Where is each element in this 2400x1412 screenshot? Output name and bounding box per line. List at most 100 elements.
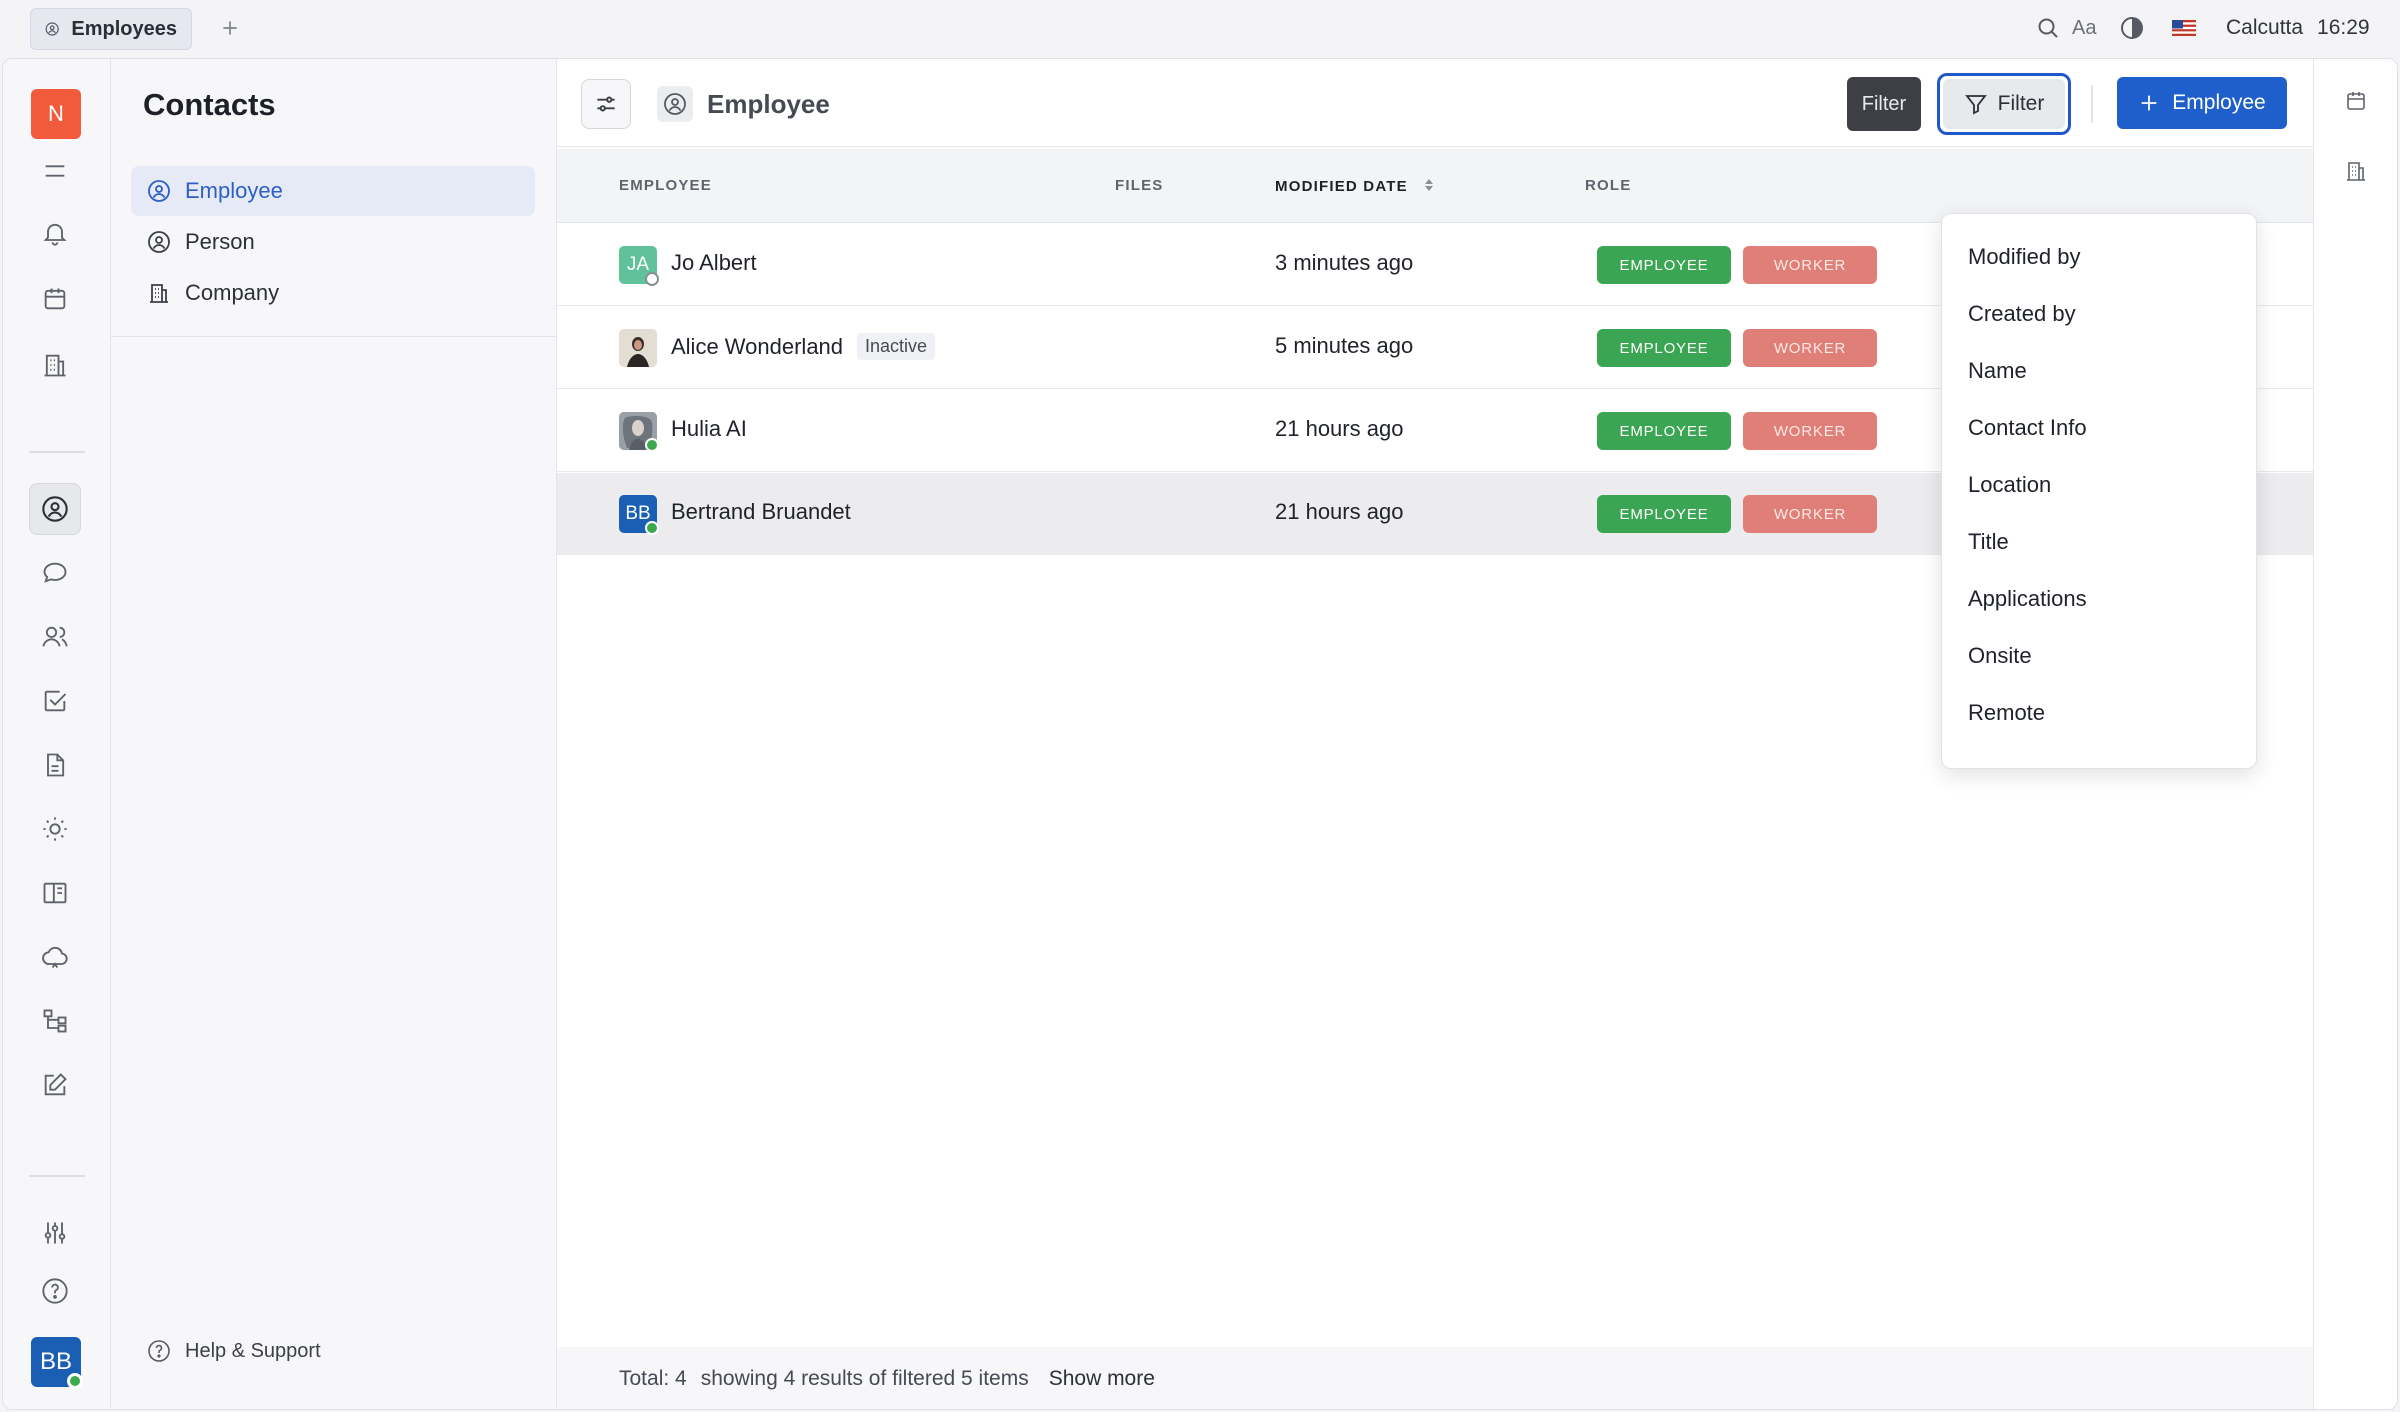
nav-item-label: Person — [185, 229, 255, 254]
menu-button[interactable] — [29, 145, 81, 197]
sun-icon — [43, 817, 67, 841]
view-options-button[interactable] — [581, 79, 631, 129]
filter-option-remote[interactable]: Remote — [1942, 684, 2256, 741]
role-badge-worker: WORKER — [1743, 246, 1877, 284]
office-button[interactable] — [29, 339, 81, 391]
location-clock[interactable]: Calcutta 16:29 — [2226, 14, 2370, 42]
drive-button[interactable] — [29, 931, 81, 983]
nav-item-company[interactable]: Company — [131, 268, 535, 318]
avatar-initials: JA — [626, 254, 650, 275]
modified-date: 21 hours ago — [1275, 416, 1404, 441]
navigator-panel: Contacts Employee Person Company Help & … — [111, 59, 557, 1409]
building-icon — [150, 284, 168, 303]
office-aside-button[interactable] — [2344, 159, 2372, 187]
question-circle-icon — [148, 1340, 170, 1362]
checkbox-icon — [44, 690, 67, 712]
right-rail — [2313, 59, 2397, 1409]
modified-date: 3 minutes ago — [1275, 250, 1414, 275]
font-size-button[interactable]: Aa — [2072, 14, 2096, 42]
navigator-divider — [111, 336, 557, 337]
table-header: EMPLOYEE FILES MODIFIED DATE ROLE — [557, 149, 2313, 223]
user-initials: BB — [39, 1348, 72, 1375]
funnel-icon — [1964, 95, 1987, 115]
filter-option-title[interactable]: Title — [1942, 513, 2256, 570]
person-circle-icon — [148, 231, 170, 253]
filter-option-location[interactable]: Location — [1942, 456, 2256, 513]
online-status-dot — [645, 438, 659, 452]
plus-icon — [2141, 95, 2157, 111]
help-label: Help & Support — [185, 1339, 321, 1362]
calendar-button[interactable] — [29, 273, 81, 325]
add-employee-label: Employee — [2172, 91, 2266, 114]
filter-option-created-by[interactable]: Created by — [1942, 285, 2256, 342]
recruiting-button[interactable] — [29, 611, 81, 663]
column-files[interactable]: FILES — [1115, 177, 1164, 194]
org-tree-icon — [43, 1009, 67, 1033]
add-employee-button[interactable]: Employee — [2117, 77, 2287, 129]
rail-divider — [29, 1175, 85, 1177]
filter-button[interactable]: Filter — [1937, 73, 2071, 135]
person-circle-icon — [42, 496, 68, 522]
column-modified-label: MODIFIED DATE — [1275, 178, 1408, 195]
tasks-button[interactable] — [29, 675, 81, 727]
role-badge-worker: WORKER — [1743, 329, 1877, 367]
column-role[interactable]: ROLE — [1585, 177, 1631, 194]
knowledge-button[interactable] — [29, 867, 81, 919]
show-more-link[interactable]: Show more — [1049, 1367, 1155, 1391]
role-badge-employee: EMPLOYEE — [1597, 246, 1731, 284]
search-button[interactable] — [2036, 14, 2060, 42]
nav-item-person[interactable]: Person — [131, 217, 535, 267]
tab-employees[interactable]: Employees — [30, 8, 192, 50]
sort-icon — [1425, 179, 1434, 191]
settings-button[interactable] — [29, 1207, 81, 1259]
tune-icon — [597, 96, 615, 112]
help-button[interactable] — [29, 1265, 81, 1317]
new-tab-button[interactable] — [214, 12, 246, 44]
employee-name[interactable]: Bertrand Bruandet — [671, 499, 851, 525]
employee-name-text: Bertrand Bruandet — [671, 499, 851, 524]
calendar-aside-button[interactable] — [2344, 89, 2372, 117]
employee-name-text: Hulia AI — [671, 416, 747, 441]
leads-button[interactable] — [29, 803, 81, 855]
nav-item-label: Employee — [185, 178, 283, 203]
language-button[interactable] — [2172, 14, 2196, 42]
role-badge-employee: EMPLOYEE — [1597, 412, 1731, 450]
templates-button[interactable] — [29, 1059, 81, 1111]
offline-status-dot — [645, 272, 659, 286]
book-icon — [43, 882, 67, 904]
filter-option-applications[interactable]: Applications — [1942, 570, 2256, 627]
filter-option-modified-by[interactable]: Modified by — [1942, 228, 2256, 285]
sliders-icon — [44, 1222, 66, 1244]
theme-toggle[interactable] — [2120, 14, 2144, 42]
building-icon — [44, 354, 66, 377]
nav-item-employee[interactable]: Employee — [131, 166, 535, 216]
documents-button[interactable] — [29, 739, 81, 791]
chat-button[interactable] — [29, 547, 81, 599]
table-footer: Total: 4 showing 4 results of filtered 5… — [557, 1347, 2313, 1409]
modified-date: 21 hours ago — [1275, 499, 1404, 524]
employee-name[interactable]: Alice Wonderland Inactive — [671, 333, 936, 360]
total-count: Total: 4 — [619, 1367, 687, 1390]
column-employee[interactable]: EMPLOYEE — [619, 177, 712, 194]
user-avatar[interactable]: BB — [31, 1337, 83, 1389]
employee-name[interactable]: Hulia AI — [671, 416, 747, 442]
question-circle-icon — [42, 1278, 68, 1304]
workspace-badge[interactable]: N — [31, 89, 81, 139]
employee-name[interactable]: Jo Albert — [671, 250, 757, 276]
app-rail: N BB — [3, 59, 111, 1409]
filter-option-name[interactable]: Name — [1942, 342, 2256, 399]
contacts-button[interactable] — [29, 483, 81, 535]
filter-option-contact-info[interactable]: Contact Info — [1942, 399, 2256, 456]
filter-option-onsite[interactable]: Onsite — [1942, 627, 2256, 684]
rail-divider — [29, 451, 85, 453]
tab-label: Employees — [71, 17, 177, 40]
notifications-button[interactable] — [29, 207, 81, 259]
search-icon — [2038, 18, 2058, 38]
column-modified-date[interactable]: MODIFIED DATE — [1275, 177, 1435, 195]
hr-button[interactable] — [29, 995, 81, 1047]
main-header: Employee Filter Filter Employee — [557, 59, 2313, 147]
calendar-icon — [44, 288, 66, 310]
help-support-link[interactable]: Help & Support — [147, 1339, 321, 1363]
modified-date: 5 minutes ago — [1275, 333, 1414, 358]
person-circle-icon — [657, 86, 693, 122]
